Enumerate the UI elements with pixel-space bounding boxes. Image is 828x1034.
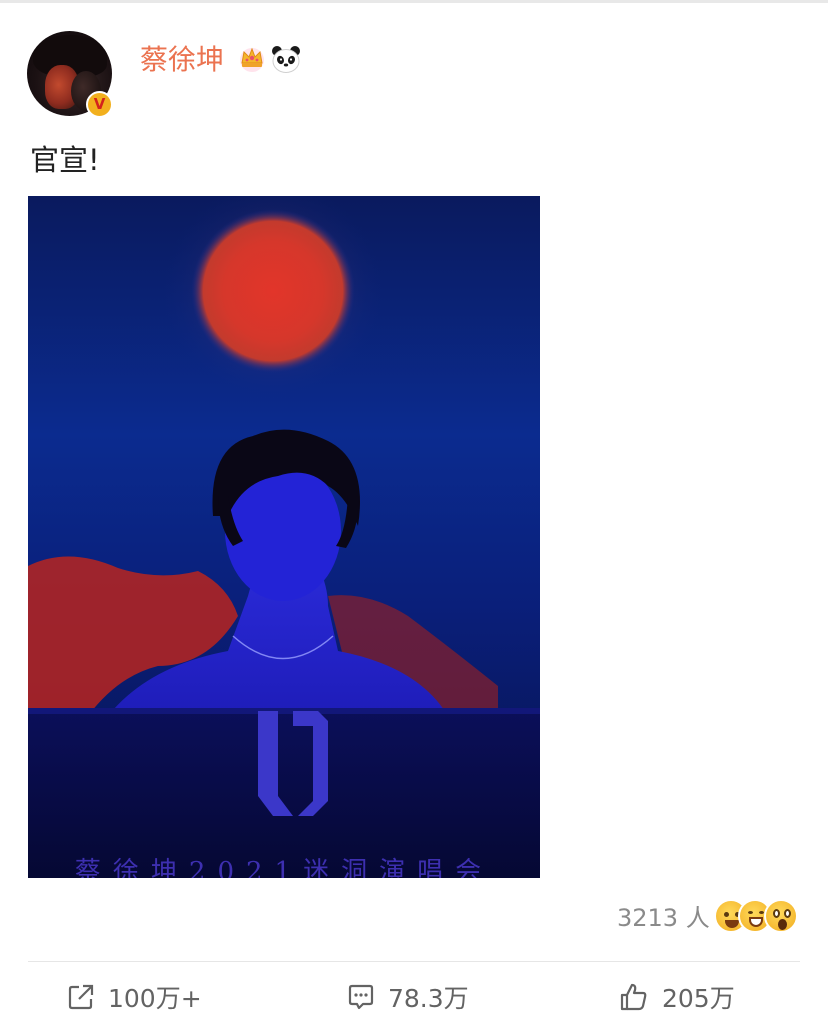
- top-divider: [0, 0, 828, 3]
- repost-count: 100万+: [108, 984, 202, 1013]
- share-icon: [68, 984, 94, 1010]
- reaction-emojis[interactable]: [714, 899, 804, 935]
- author-name[interactable]: 蔡徐坤: [140, 43, 224, 77]
- comment-icon: [348, 984, 374, 1010]
- like-button[interactable]: 205万: [618, 977, 735, 1017]
- repost-button[interactable]: 100万+: [66, 977, 202, 1017]
- poster-caption: 蔡徐坤2021迷洞演唱会: [74, 857, 494, 878]
- crown-icon: [240, 47, 264, 72]
- footer-divider: [28, 961, 800, 962]
- panda-icon: [272, 46, 300, 73]
- post-text: 官宣!: [30, 143, 100, 177]
- post-image[interactable]: 迷 蔡徐坤2021迷洞演唱会: [28, 196, 540, 878]
- verified-badge: V: [86, 91, 113, 118]
- thumbs-up-icon: [620, 983, 647, 1011]
- comment-button[interactable]: 78.3万: [346, 977, 469, 1017]
- reaction-count[interactable]: 3213 人: [617, 903, 710, 933]
- surprised-icon: [764, 899, 798, 933]
- like-count: 205万: [662, 984, 735, 1013]
- poster-artwork: 迷: [28, 196, 540, 878]
- comment-count: 78.3万: [388, 984, 469, 1013]
